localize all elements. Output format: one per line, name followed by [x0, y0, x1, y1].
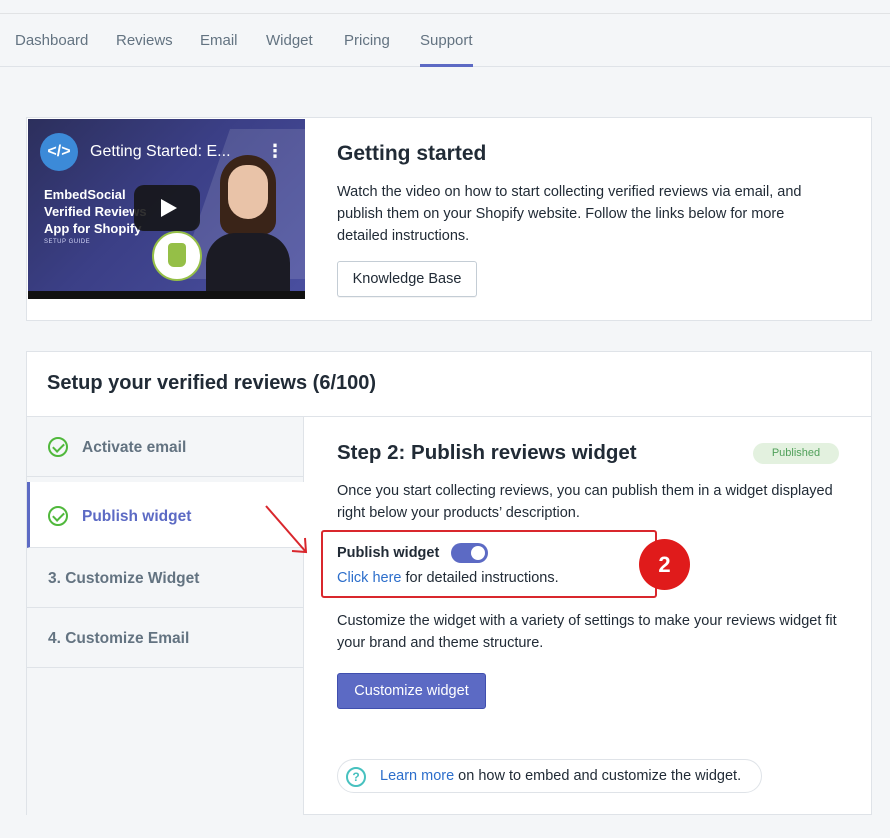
shopify-bag-icon [152, 231, 202, 281]
question-circle-icon: ? [346, 767, 366, 787]
video-thumbnail[interactable]: </> Getting Started: E... ⋮ EmbedSocial … [28, 119, 305, 299]
instructions-text: for detailed instructions. [401, 570, 559, 586]
knowledge-base-button[interactable]: Knowledge Base [337, 261, 477, 297]
publish-widget-toggle[interactable] [451, 543, 488, 563]
nav-support[interactable]: Support [420, 14, 473, 67]
setup-header: Setup your verified reviews (6/100) [27, 352, 871, 417]
check-circle-icon [48, 437, 68, 457]
nav-email[interactable]: Email [200, 14, 238, 67]
setup-steps-sidebar: Activate email Publish widget 3. Customi… [27, 417, 304, 815]
publish-widget-label: Publish widget [337, 545, 440, 561]
step-description: Once you start collecting reviews, you c… [337, 483, 833, 521]
help-text: Learn more on how to embed and customize… [380, 768, 741, 784]
customize-widget-button[interactable]: Customize widget [337, 673, 486, 709]
top-nav: Dashboard Reviews Email Widget Pricing S… [0, 14, 890, 67]
setup-title: Setup your verified reviews (6/100) [47, 372, 377, 394]
nav-widget[interactable]: Widget [266, 14, 313, 67]
nav-reviews[interactable]: Reviews [116, 14, 173, 67]
presenter-face [228, 165, 268, 219]
step-activate-email[interactable]: Activate email [27, 417, 304, 477]
step-label: 3. Customize Widget [48, 570, 200, 587]
play-icon[interactable] [134, 185, 200, 231]
presenter-image [206, 155, 290, 293]
getting-started-card: </> Getting Started: E... ⋮ EmbedSocial … [26, 117, 872, 321]
learn-more-link[interactable]: Learn more [380, 768, 454, 784]
nav-pricing[interactable]: Pricing [344, 14, 390, 67]
top-strip [0, 0, 890, 14]
getting-started-description: Watch the video on how to start collecti… [337, 184, 802, 244]
presenter-body [206, 233, 290, 293]
annotation-highlight-box [321, 530, 657, 598]
step-label: 4. Customize Email [48, 630, 190, 647]
annotation-number-badge: 2 [639, 539, 690, 590]
step-label: Publish widget [82, 508, 192, 525]
step-title: Step 2: Publish reviews widget [337, 441, 637, 464]
embedsocial-logo-icon: </> [40, 133, 78, 171]
annotation-arrow-icon [265, 505, 308, 554]
setup-card: Setup your verified reviews (6/100) Acti… [26, 351, 872, 815]
getting-started-title: Getting started [337, 142, 487, 165]
video-subtitle: SETUP GUIDE [44, 239, 91, 245]
video-progress-bar [28, 291, 305, 299]
click-here-link[interactable]: Click here [337, 570, 401, 586]
check-circle-icon [48, 506, 68, 526]
step-customize-email[interactable]: 4. Customize Email [27, 608, 304, 668]
customize-description: Customize the widget with a variety of s… [337, 613, 837, 651]
help-pill: ? Learn more on how to embed and customi… [337, 759, 762, 793]
nav-dashboard[interactable]: Dashboard [15, 14, 88, 67]
status-badge: Published [753, 443, 839, 464]
help-rest-text: on how to embed and customize the widget… [454, 768, 742, 784]
step-label: Activate email [82, 439, 187, 456]
instructions-line: Click here for detailed instructions. [337, 570, 559, 586]
